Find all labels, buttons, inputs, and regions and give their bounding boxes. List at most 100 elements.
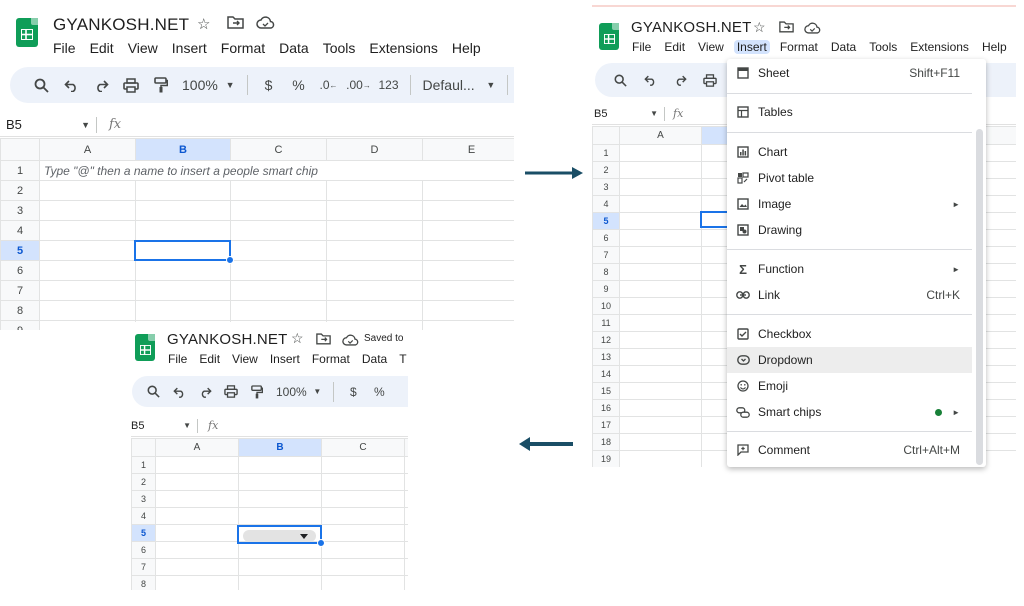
cell[interactable]: [422, 280, 514, 301]
sheets-logo-icon[interactable]: [135, 334, 155, 361]
document-title[interactable]: GYANKOSH.NET: [167, 331, 287, 348]
cell[interactable]: [326, 180, 423, 201]
cell[interactable]: [155, 524, 239, 542]
insert-menu-pivot-table[interactable]: Pivot table: [727, 165, 972, 191]
menu-view[interactable]: View: [698, 40, 724, 54]
menu-help[interactable]: Help: [452, 40, 481, 56]
column-header[interactable]: C: [230, 138, 327, 161]
fill-handle[interactable]: [226, 256, 234, 264]
column-header[interactable]: A: [155, 438, 239, 457]
menu-edit[interactable]: Edit: [664, 40, 685, 54]
cell[interactable]: [155, 507, 239, 525]
insert-menu-comment[interactable]: Comment Ctrl+Alt+M: [727, 437, 972, 463]
cell[interactable]: [238, 507, 322, 525]
row-header[interactable]: 1: [131, 456, 156, 474]
cell[interactable]: [619, 280, 702, 298]
cell[interactable]: [422, 180, 514, 201]
print-icon[interactable]: [116, 72, 146, 98]
column-header[interactable]: B: [135, 138, 231, 161]
zoom-select[interactable]: 100% ▼: [270, 379, 327, 405]
cell[interactable]: [238, 456, 322, 474]
cell[interactable]: [135, 180, 231, 201]
cell[interactable]: [422, 320, 514, 330]
row-header[interactable]: 10: [592, 297, 620, 315]
insert-menu-link[interactable]: Link Ctrl+K: [727, 282, 972, 308]
row-header[interactable]: 7: [592, 246, 620, 264]
menu-insert[interactable]: Insert: [733, 40, 770, 54]
row-header[interactable]: 3: [131, 490, 156, 508]
cell[interactable]: [321, 456, 405, 474]
cell[interactable]: [404, 575, 408, 590]
cell[interactable]: [230, 300, 327, 321]
menu-help[interactable]: Help: [982, 40, 1007, 54]
select-all-corner[interactable]: [0, 138, 40, 161]
cloud-status-icon[interactable]: [342, 333, 359, 350]
cell[interactable]: [422, 300, 514, 321]
insert-menu-image[interactable]: Image ►: [727, 191, 972, 217]
menu-extensions[interactable]: Extensions: [910, 40, 969, 54]
menu-view[interactable]: View: [232, 352, 258, 366]
increase-decimal-button[interactable]: .00 →: [344, 72, 374, 98]
row-header[interactable]: 5: [0, 240, 40, 261]
column-header[interactable]: A: [619, 126, 702, 145]
cell[interactable]: [39, 320, 136, 330]
row-header[interactable]: 6: [592, 229, 620, 247]
undo-icon[interactable]: [166, 379, 192, 405]
cell[interactable]: [321, 524, 405, 542]
redo-icon[interactable]: [192, 379, 218, 405]
menu-format[interactable]: Format: [780, 40, 818, 54]
cell[interactable]: [619, 382, 702, 400]
insert-menu-smart-chips[interactable]: Smart chips ►: [727, 399, 972, 425]
row-header[interactable]: 3: [0, 200, 40, 221]
cell[interactable]: [155, 456, 239, 474]
menu-tools[interactable]: Tools: [323, 40, 356, 56]
row-header[interactable]: 13: [592, 348, 620, 366]
row-header[interactable]: 6: [131, 541, 156, 559]
row-header[interactable]: 5: [592, 212, 620, 230]
print-icon[interactable]: [218, 379, 244, 405]
insert-menu-emoji[interactable]: Emoji: [727, 373, 972, 399]
select-all-corner[interactable]: [592, 126, 620, 145]
row-header[interactable]: 1: [0, 160, 40, 181]
cell[interactable]: [39, 180, 136, 201]
cell[interactable]: [155, 490, 239, 508]
move-folder-icon[interactable]: [316, 332, 331, 349]
menu-view[interactable]: View: [128, 40, 158, 56]
cell[interactable]: [619, 297, 702, 315]
row-header[interactable]: 6: [0, 260, 40, 281]
row-header[interactable]: 4: [0, 220, 40, 241]
cell[interactable]: [230, 200, 327, 221]
row-header[interactable]: 4: [131, 507, 156, 525]
redo-icon[interactable]: [86, 72, 116, 98]
insert-menu-drawing[interactable]: Drawing: [727, 217, 972, 243]
menu-format[interactable]: Format: [312, 352, 350, 366]
menu-extensions[interactable]: Extensions: [369, 40, 437, 56]
row-header[interactable]: 7: [131, 558, 156, 576]
row-header[interactable]: 3: [592, 178, 620, 196]
cell[interactable]: [238, 575, 322, 590]
paint-format-icon[interactable]: [146, 72, 176, 98]
row-header[interactable]: 5: [131, 524, 156, 542]
cell[interactable]: [619, 212, 702, 230]
cell[interactable]: [135, 280, 231, 301]
row-header[interactable]: 17: [592, 416, 620, 434]
paint-format-icon[interactable]: [244, 379, 270, 405]
menu-insert[interactable]: Insert: [270, 352, 300, 366]
column-header[interactable]: D: [326, 138, 423, 161]
zoom-select[interactable]: 100% ▼: [176, 72, 241, 98]
cell[interactable]: [155, 541, 239, 559]
currency-format-button[interactable]: $: [340, 379, 366, 405]
row-header[interactable]: 9: [0, 320, 40, 330]
cell[interactable]: [230, 280, 327, 301]
document-title[interactable]: GYANKOSH.NET: [631, 19, 751, 36]
cell[interactable]: [230, 240, 327, 261]
move-folder-icon[interactable]: [227, 15, 244, 33]
menu-scrollbar[interactable]: [976, 129, 983, 465]
menu-file[interactable]: File: [168, 352, 187, 366]
undo-icon[interactable]: [635, 67, 665, 93]
cell[interactable]: [135, 260, 231, 281]
cell[interactable]: [39, 280, 136, 301]
cell[interactable]: [39, 300, 136, 321]
cell[interactable]: [619, 144, 702, 162]
fill-handle[interactable]: [317, 539, 325, 547]
